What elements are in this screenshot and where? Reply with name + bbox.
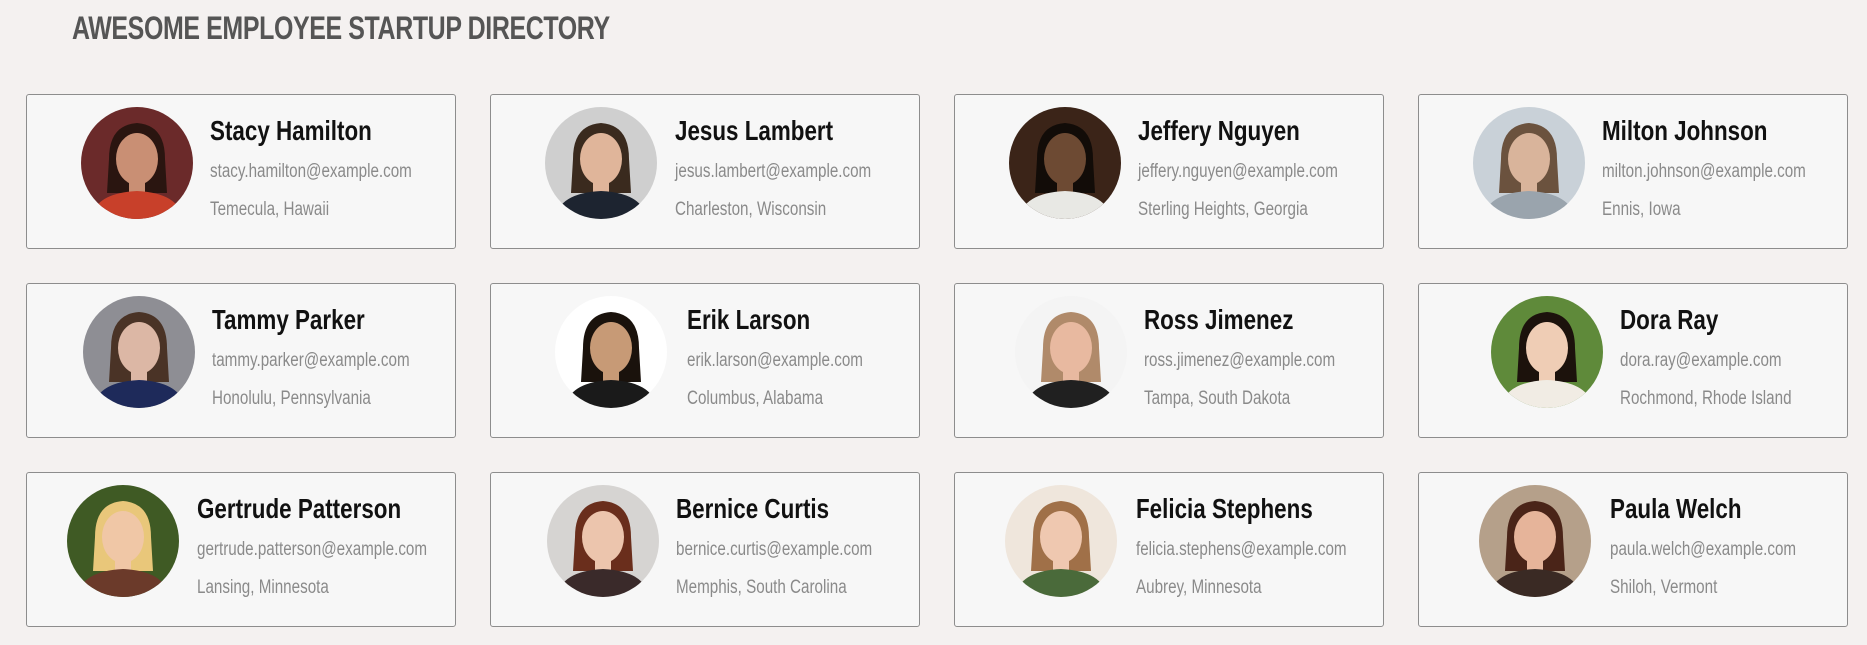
employee-email[interactable]: jeffery.nguyen@example.com — [1138, 161, 1338, 187]
employee-email[interactable]: tammy.parker@example.com — [212, 350, 410, 376]
employee-location: Temecula, Hawaii — [210, 199, 330, 220]
employee-card[interactable]: Jeffery Nguyen jeffery.nguyen@example.com… — [954, 94, 1384, 249]
employee-location: Tampa, South Dakota — [1144, 388, 1291, 409]
employee-card[interactable]: Stacy Hamilton stacy.hamilton@example.com… — [26, 94, 456, 249]
avatar — [83, 296, 195, 408]
employee-card[interactable]: Bernice Curtis bernice.curtis@example.com… — [490, 472, 920, 627]
employee-name: Gertrude Patterson — [197, 493, 402, 524]
avatar — [81, 107, 193, 219]
employee-info: Felicia Stephens felicia.stephens@example… — [1136, 493, 1383, 599]
employee-email[interactable]: gertrude.patterson@example.com — [197, 539, 427, 565]
employee-location: Honolulu, Pennsylvania — [212, 388, 371, 409]
employee-name: Ross Jimenez — [1144, 304, 1294, 335]
employee-info: Stacy Hamilton stacy.hamilton@example.com… — [210, 115, 455, 221]
employee-email[interactable]: erik.larson@example.com — [687, 350, 863, 376]
employee-name: Felicia Stephens — [1136, 493, 1313, 524]
employee-card[interactable]: Milton Johnson milton.johnson@example.com… — [1418, 94, 1848, 249]
employee-email[interactable]: jesus.lambert@example.com — [675, 161, 871, 187]
employee-location: Lansing, Minnesota — [197, 577, 329, 598]
employee-info: Jesus Lambert jesus.lambert@example.com Ch… — [675, 115, 919, 221]
avatar — [1473, 107, 1585, 219]
employee-name: Erik Larson — [687, 304, 811, 335]
employee-info: Tammy Parker tammy.parker@example.com Hono… — [212, 304, 455, 410]
employee-info: Erik Larson erik.larson@example.com Columb… — [687, 304, 907, 410]
avatar — [1491, 296, 1603, 408]
employee-info: Gertrude Patterson gertrude.patterson@exa… — [197, 493, 455, 599]
avatar — [555, 296, 667, 408]
employee-name: Jeffery Nguyen — [1138, 115, 1300, 146]
employee-card[interactable]: Dora Ray dora.ray@example.com Rochmond, Rh… — [1418, 283, 1848, 438]
avatar — [67, 485, 179, 597]
employee-card[interactable]: Paula Welch paula.welch@example.com Shiloh… — [1418, 472, 1848, 627]
employee-card[interactable]: Tammy Parker tammy.parker@example.com Hono… — [26, 283, 456, 438]
employee-location: Shiloh, Vermont — [1610, 577, 1718, 598]
employee-email[interactable]: paula.welch@example.com — [1610, 539, 1796, 565]
avatar — [1479, 485, 1591, 597]
employee-email[interactable]: stacy.hamilton@example.com — [210, 161, 412, 187]
employee-info: Paula Welch paula.welch@example.com Shiloh… — [1610, 493, 1843, 599]
employee-card[interactable]: Ross Jimenez ross.jimenez@example.com Tamp… — [954, 283, 1384, 438]
employee-name: Jesus Lambert — [675, 115, 834, 146]
employee-info: Ross Jimenez ross.jimenez@example.com Tamp… — [1144, 304, 1383, 410]
employee-email[interactable]: felicia.stephens@example.com — [1136, 539, 1347, 565]
employee-name: Paula Welch — [1610, 493, 1742, 524]
avatar — [545, 107, 657, 219]
page-title: AWESOME EMPLOYEE STARTUP DIRECTORY — [72, 10, 610, 46]
employee-name: Stacy Hamilton — [210, 115, 372, 146]
employee-email[interactable]: ross.jimenez@example.com — [1144, 350, 1335, 376]
employee-info: Jeffery Nguyen jeffery.nguyen@example.com… — [1138, 115, 1383, 221]
employee-name: Tammy Parker — [212, 304, 365, 335]
employee-info: Bernice Curtis bernice.curtis@example.com… — [676, 493, 919, 599]
employee-location: Aubrey, Minnesota — [1136, 577, 1262, 598]
employee-name: Bernice Curtis — [676, 493, 830, 524]
employee-info: Dora Ray dora.ray@example.com Rochmond, Rh… — [1620, 304, 1834, 410]
avatar — [1015, 296, 1127, 408]
employee-location: Columbus, Alabama — [687, 388, 824, 409]
employee-card[interactable]: Jesus Lambert jesus.lambert@example.com Ch… — [490, 94, 920, 249]
employee-email[interactable]: dora.ray@example.com — [1620, 350, 1792, 376]
employee-card[interactable]: Gertrude Patterson gertrude.patterson@exa… — [26, 472, 456, 627]
employee-location: Memphis, South Carolina — [676, 577, 847, 598]
employee-grid: Stacy Hamilton stacy.hamilton@example.com… — [26, 94, 1848, 627]
avatar — [1009, 107, 1121, 219]
avatar — [1005, 485, 1117, 597]
employee-location: Charleston, Wisconsin — [675, 199, 827, 220]
employee-name: Milton Johnson — [1602, 115, 1768, 146]
employee-location: Sterling Heights, Georgia — [1138, 199, 1308, 220]
avatar — [547, 485, 659, 597]
employee-email[interactable]: milton.johnson@example.com — [1602, 161, 1806, 187]
employee-card[interactable]: Erik Larson erik.larson@example.com Columb… — [490, 283, 920, 438]
employee-info: Milton Johnson milton.johnson@example.com… — [1602, 115, 1847, 221]
employee-name: Dora Ray — [1620, 304, 1719, 335]
employee-email[interactable]: bernice.curtis@example.com — [676, 539, 872, 565]
employee-location: Rochmond, Rhode Island — [1620, 388, 1792, 409]
employee-location: Ennis, Iowa — [1602, 199, 1681, 220]
employee-card[interactable]: Felicia Stephens felicia.stephens@example… — [954, 472, 1384, 627]
